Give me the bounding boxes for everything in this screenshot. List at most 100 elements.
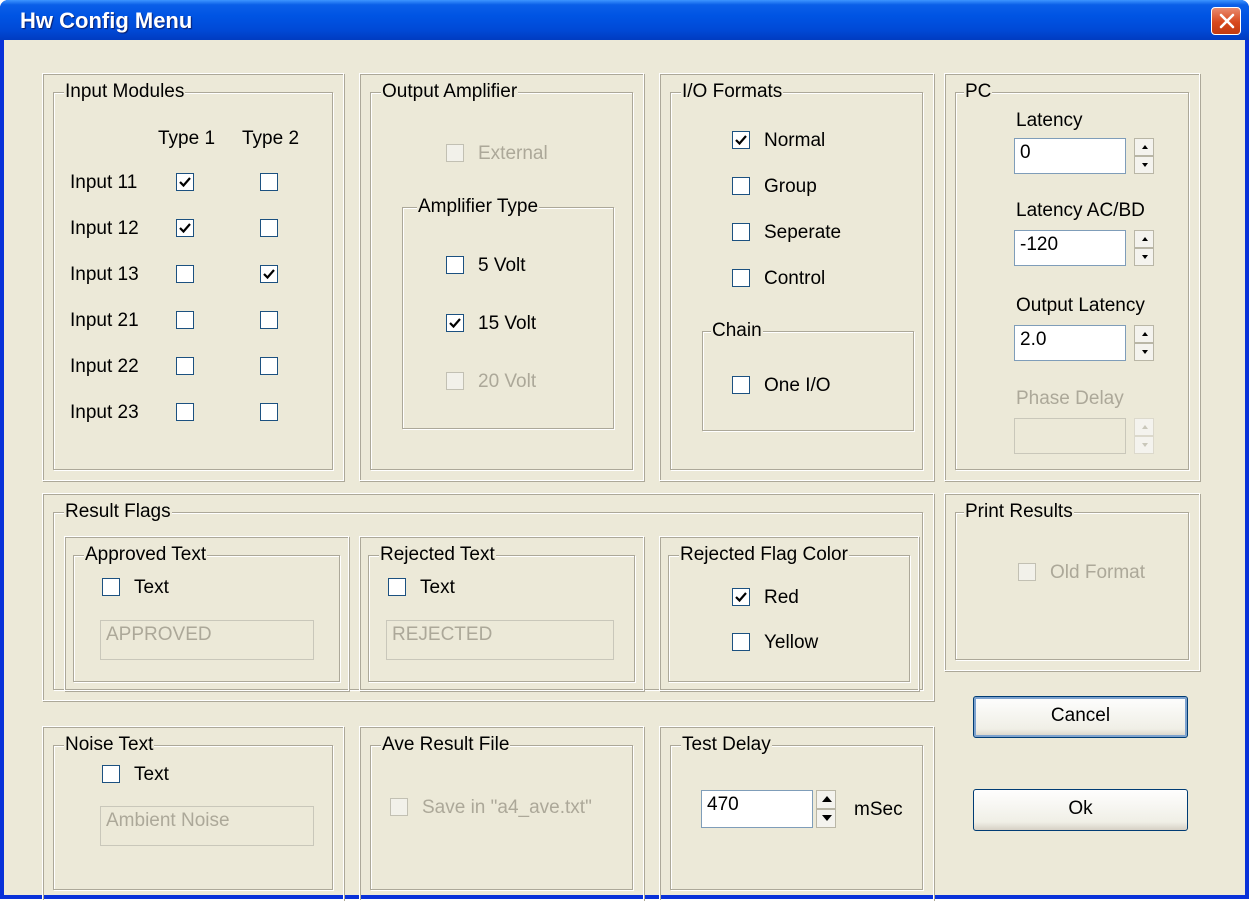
input-13-type2-checkbox[interactable]	[260, 265, 278, 283]
phase-delay-up-button[interactable]	[1134, 418, 1154, 436]
output-latency-input[interactable]: 2.0	[1014, 325, 1126, 361]
approved-text-group: Approved Text	[73, 544, 340, 682]
latency-input[interactable]: 0	[1014, 138, 1126, 174]
phase-delay-label: Phase Delay	[1016, 388, 1124, 409]
test-delay-down-button[interactable]	[816, 809, 836, 828]
one-io-checkbox[interactable]	[732, 376, 750, 394]
arrow-up-icon	[1142, 145, 1148, 149]
input-23-type1-checkbox[interactable]	[176, 403, 194, 421]
rejected-flag-color-legend: Rejected Flag Color	[679, 544, 849, 566]
test-delay-legend: Test Delay	[681, 734, 772, 756]
input-13-type1-checkbox[interactable]	[176, 265, 194, 283]
normal-label: Normal	[764, 130, 826, 151]
control-label: Control	[764, 268, 826, 289]
io-formats-legend: I/O Formats	[681, 81, 784, 103]
arrow-down-icon	[1142, 443, 1148, 447]
15-volt-checkbox[interactable]	[446, 314, 464, 332]
20-volt-label: 20 Volt	[478, 371, 537, 392]
rejected-text-checkbox[interactable]	[388, 578, 406, 596]
input-22-type1-checkbox[interactable]	[176, 357, 194, 375]
normal-checkbox[interactable]	[732, 131, 750, 149]
test-delay-spinner[interactable]	[816, 790, 836, 828]
print-results-legend: Print Results	[964, 501, 1074, 523]
input-12-label: Input 12	[70, 218, 139, 239]
result-flags-legend: Result Flags	[64, 501, 172, 523]
yellow-checkbox[interactable]	[732, 633, 750, 651]
approved-text-legend: Approved Text	[84, 544, 208, 566]
checkmark-icon	[179, 223, 191, 234]
checkmark-icon	[735, 592, 747, 603]
input-11-type1-checkbox[interactable]	[176, 173, 194, 191]
pc-legend: PC	[964, 81, 993, 103]
test-delay-up-button[interactable]	[816, 790, 836, 809]
close-button[interactable]	[1211, 7, 1241, 35]
output-latency-down-button[interactable]	[1134, 343, 1154, 361]
phase-delay-spinner[interactable]	[1134, 418, 1154, 454]
save-ave-label: Save in "a4_ave.txt"	[422, 797, 592, 818]
latency-acbd-down-button[interactable]	[1134, 248, 1154, 266]
input-modules-legend: Input Modules	[64, 81, 186, 103]
arrow-up-icon	[1142, 237, 1148, 241]
amplifier-type-legend: Amplifier Type	[417, 196, 540, 218]
arrow-down-icon	[1142, 255, 1148, 259]
title-bar[interactable]: Hw Config Menu	[0, 0, 1249, 40]
external-checkbox[interactable]	[446, 144, 464, 162]
20-volt-checkbox[interactable]	[446, 372, 464, 390]
red-checkbox[interactable]	[732, 588, 750, 606]
noise-text-checkbox-label: Text	[134, 764, 169, 785]
latency-up-button[interactable]	[1134, 138, 1154, 156]
approved-text-checkbox[interactable]	[102, 578, 120, 596]
latency-acbd-input[interactable]: -120	[1014, 230, 1126, 266]
test-delay-unit: mSec	[854, 799, 903, 820]
latency-acbd-up-button[interactable]	[1134, 230, 1154, 248]
output-latency-label: Output Latency	[1016, 295, 1145, 316]
input-21-type2-checkbox[interactable]	[260, 311, 278, 329]
save-ave-checkbox[interactable]	[390, 798, 408, 816]
rejected-text-checkbox-label: Text	[420, 577, 455, 598]
input-21-type1-checkbox[interactable]	[176, 311, 194, 329]
output-latency-spinner[interactable]	[1134, 325, 1154, 361]
seperate-checkbox[interactable]	[732, 223, 750, 241]
output-latency-up-button[interactable]	[1134, 325, 1154, 343]
old-format-checkbox[interactable]	[1018, 563, 1036, 581]
latency-spinner[interactable]	[1134, 138, 1154, 174]
cancel-button[interactable]: Cancel	[973, 696, 1188, 738]
input-11-type2-checkbox[interactable]	[260, 173, 278, 191]
approved-text-checkbox-label: Text	[134, 577, 169, 598]
checkmark-icon	[449, 318, 461, 329]
close-icon	[1219, 13, 1235, 29]
arrow-up-icon	[1142, 425, 1148, 429]
window-title: Hw Config Menu	[20, 8, 193, 33]
noise-text-legend: Noise Text	[64, 734, 155, 756]
arrow-up-icon	[1142, 332, 1148, 336]
noise-text-checkbox[interactable]	[102, 765, 120, 783]
input-12-type1-checkbox[interactable]	[176, 219, 194, 237]
control-checkbox[interactable]	[732, 269, 750, 287]
latency-down-button[interactable]	[1134, 156, 1154, 174]
checkmark-icon	[263, 269, 275, 280]
input-22-label: Input 22	[70, 356, 139, 377]
arrow-down-icon	[822, 815, 832, 821]
print-results-group: Print Results	[955, 501, 1189, 660]
15-volt-label: 15 Volt	[478, 313, 537, 334]
noise-text-input[interactable]: Ambient Noise	[100, 806, 314, 846]
phase-delay-down-button[interactable]	[1134, 436, 1154, 454]
ave-result-file-legend: Ave Result File	[381, 734, 511, 756]
latency-acbd-spinner[interactable]	[1134, 230, 1154, 266]
input-21-label: Input 21	[70, 310, 139, 331]
input-12-type2-checkbox[interactable]	[260, 219, 278, 237]
input-23-type2-checkbox[interactable]	[260, 403, 278, 421]
rejected-text-input[interactable]: REJECTED	[386, 620, 614, 660]
arrow-down-icon	[1142, 350, 1148, 354]
dialog-window: Hw Config Menu Input Modules Type 1 Type…	[0, 0, 1249, 901]
phase-delay-input[interactable]	[1014, 418, 1126, 454]
approved-text-input[interactable]: APPROVED	[100, 620, 314, 660]
input-23-label: Input 23	[70, 402, 139, 423]
test-delay-input[interactable]: 470	[701, 790, 813, 828]
5-volt-checkbox[interactable]	[446, 256, 464, 274]
input-22-type2-checkbox[interactable]	[260, 357, 278, 375]
group-checkbox[interactable]	[732, 177, 750, 195]
seperate-label: Seperate	[764, 222, 842, 243]
ok-button[interactable]: Ok	[973, 789, 1188, 831]
arrow-up-icon	[822, 796, 832, 802]
